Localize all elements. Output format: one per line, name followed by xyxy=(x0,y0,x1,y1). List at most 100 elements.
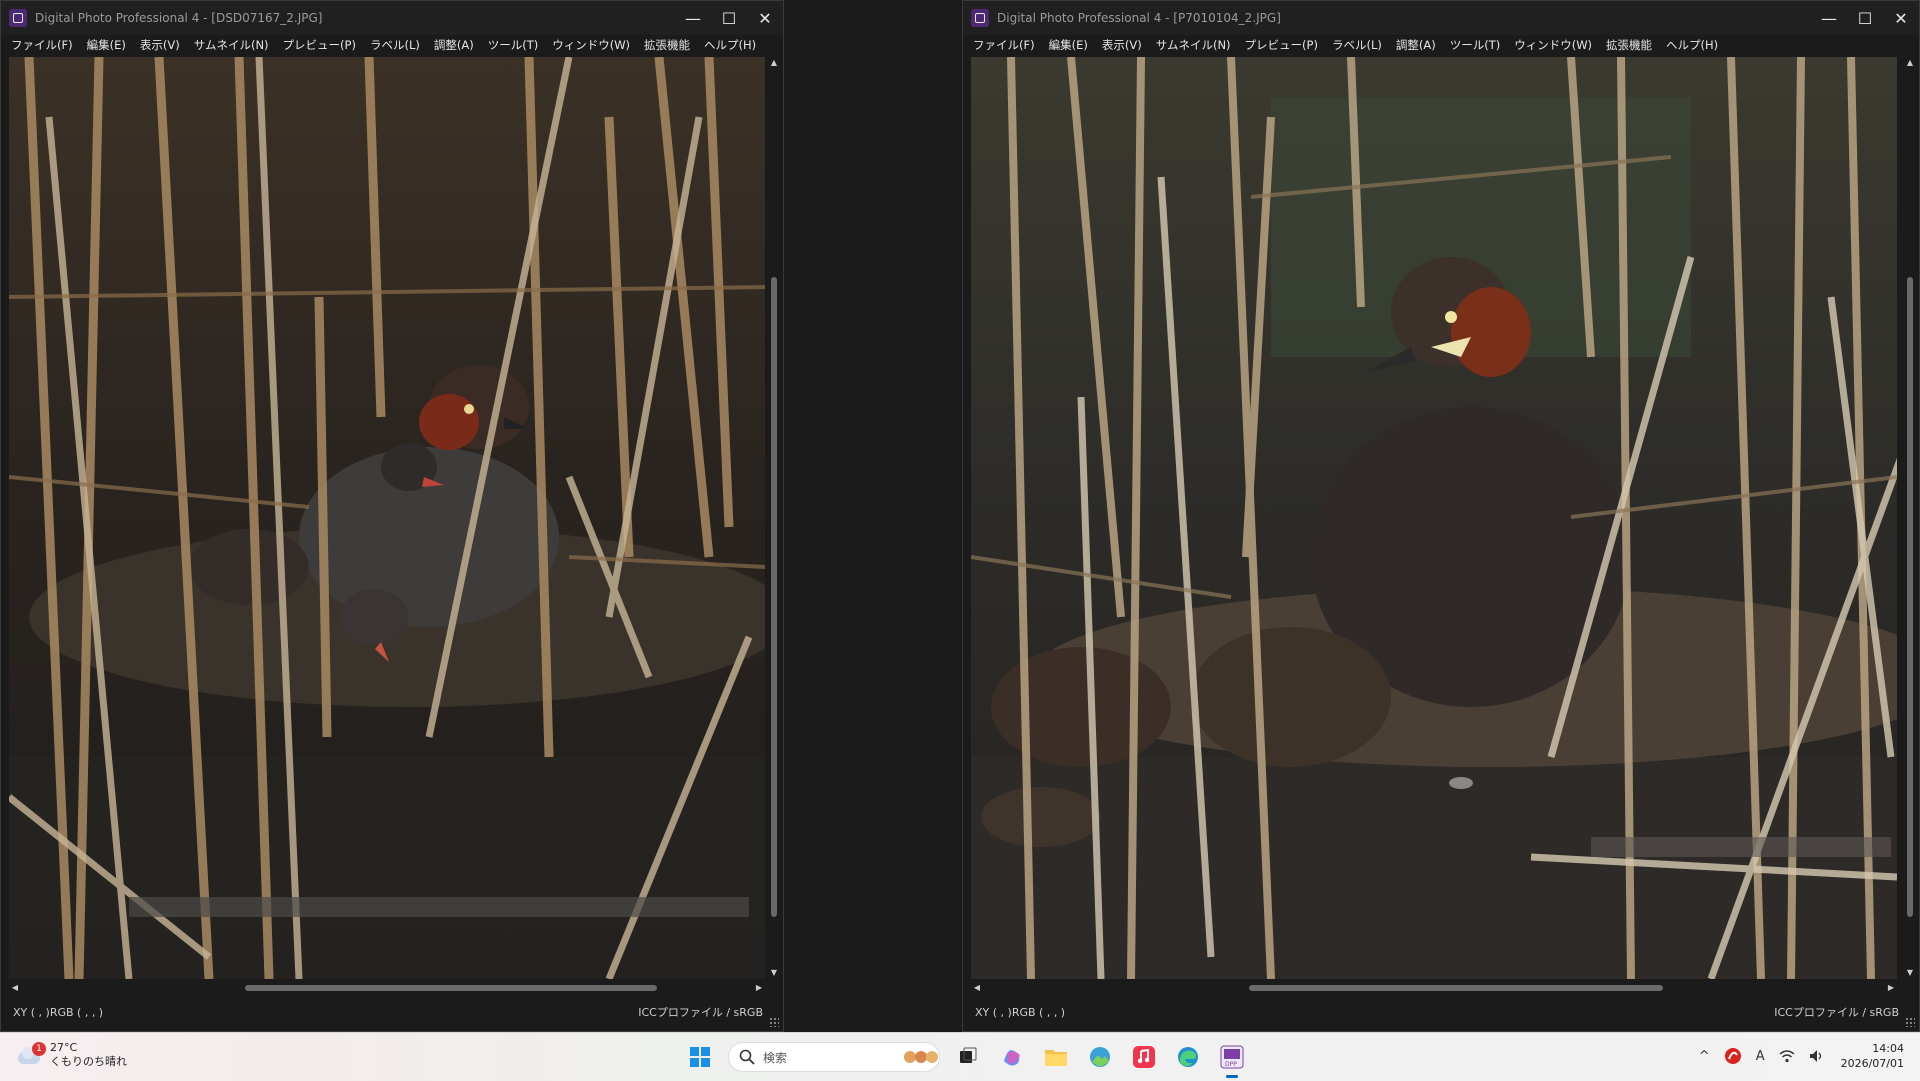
start-button[interactable] xyxy=(682,1039,718,1075)
scroll-left-arrow[interactable]: ◀ xyxy=(971,981,983,995)
scroll-down-arrow[interactable]: ▼ xyxy=(1903,967,1917,979)
scroll-right-arrow[interactable]: ▶ xyxy=(753,981,765,995)
menu-extensions[interactable]: 拡張機能 xyxy=(644,37,690,53)
security-app-icon[interactable] xyxy=(1724,1047,1742,1065)
taskbar-apps: 検索 DPP xyxy=(678,1039,1254,1078)
active-indicator xyxy=(1226,1075,1238,1078)
scroll-left-arrow[interactable]: ◀ xyxy=(9,981,21,995)
menu-help[interactable]: ヘルプ(H) xyxy=(1666,37,1718,53)
music-button[interactable] xyxy=(1126,1039,1162,1075)
tray-overflow-chevron[interactable]: ^ xyxy=(1699,1049,1710,1064)
edge-icon xyxy=(1178,1047,1198,1067)
dpp-taskbar-button[interactable]: DPP xyxy=(1214,1039,1250,1078)
ime-indicator[interactable]: A xyxy=(1756,1049,1765,1064)
file-explorer-icon xyxy=(1045,1050,1067,1066)
vertical-scroll-thumb[interactable] xyxy=(1907,277,1913,917)
cloud-icon: 1 xyxy=(16,1042,46,1064)
search-icon xyxy=(739,1049,755,1065)
window-title: Digital Photo Professional 4 - [DSD07167… xyxy=(35,11,323,25)
menu-extensions[interactable]: 拡張機能 xyxy=(1606,37,1652,53)
music-icon xyxy=(1133,1046,1155,1068)
search-placeholder: 検索 xyxy=(763,1050,788,1065)
resize-grip-icon[interactable] xyxy=(1905,1017,1915,1027)
scroll-up-arrow[interactable]: ▲ xyxy=(1903,57,1917,69)
menu-tools[interactable]: ツール(T) xyxy=(488,37,539,53)
dpp-app-icon xyxy=(971,9,989,27)
search-highlight-icon xyxy=(904,1051,938,1063)
photos-icon xyxy=(1090,1047,1110,1067)
wifi-icon[interactable] xyxy=(1779,1049,1795,1063)
dpp-window-left[interactable]: Digital Photo Professional 4 - [DSD07167… xyxy=(0,0,784,1032)
file-explorer-button[interactable] xyxy=(1038,1039,1074,1075)
notification-badge: 1 xyxy=(32,1042,46,1056)
vertical-scroll-thumb[interactable] xyxy=(771,277,777,917)
menu-edit[interactable]: 編集(E) xyxy=(1049,37,1088,53)
window-title: Digital Photo Professional 4 - [P7010104… xyxy=(997,11,1281,25)
title-bar[interactable]: Digital Photo Professional 4 - [DSD07167… xyxy=(1,1,783,35)
horizontal-scrollbar[interactable]: ◀ ▶ xyxy=(9,981,765,995)
vertical-scrollbar[interactable]: ▲ ▼ xyxy=(1903,57,1917,979)
menu-tools[interactable]: ツール(T) xyxy=(1450,37,1501,53)
icc-profile: ICCプロファイル / sRGB xyxy=(1774,1006,1899,1019)
taskbar: 1 27°C くもりのち晴れ 検索 DPP ^ A 14:04 2026/07/… xyxy=(0,1032,1920,1081)
scroll-up-arrow[interactable]: ▲ xyxy=(767,57,781,69)
menu-adjust[interactable]: 調整(A) xyxy=(434,37,474,53)
resize-grip-icon[interactable] xyxy=(769,1017,779,1027)
maximize-button[interactable]: ☐ xyxy=(1847,1,1883,35)
task-view-button[interactable] xyxy=(950,1039,986,1075)
clock-date: 2026/07/01 xyxy=(1840,1057,1904,1070)
menu-thumbnail[interactable]: サムネイル(N) xyxy=(194,37,269,53)
image-preview[interactable] xyxy=(971,57,1897,979)
horizontal-scroll-thumb[interactable] xyxy=(245,985,657,991)
weather-temperature: 27°C xyxy=(50,1041,78,1054)
icc-profile: ICCプロファイル / sRGB xyxy=(638,1006,763,1019)
minimize-button[interactable]: — xyxy=(675,1,711,35)
menu-window[interactable]: ウィンドウ(W) xyxy=(1514,37,1592,53)
maximize-button[interactable]: ☐ xyxy=(711,1,747,35)
menu-adjust[interactable]: 調整(A) xyxy=(1396,37,1436,53)
title-bar[interactable]: Digital Photo Professional 4 - [P7010104… xyxy=(963,1,1919,35)
photos-button[interactable] xyxy=(1082,1039,1118,1075)
pixel-readout: XY ( , )RGB ( , , ) xyxy=(13,1005,104,1019)
dpp-window-right[interactable]: Digital Photo Professional 4 - [P7010104… xyxy=(962,0,1920,1032)
menu-view[interactable]: 表示(V) xyxy=(140,37,180,53)
menu-help[interactable]: ヘルプ(H) xyxy=(704,37,756,53)
volume-icon[interactable] xyxy=(1809,1049,1825,1063)
scroll-down-arrow[interactable]: ▼ xyxy=(767,967,781,979)
grebe-photo-left xyxy=(9,57,765,979)
menu-window[interactable]: ウィンドウ(W) xyxy=(552,37,630,53)
menu-edit[interactable]: 編集(E) xyxy=(87,37,126,53)
menu-preview[interactable]: プレビュー(P) xyxy=(1245,37,1318,53)
menu-file[interactable]: ファイル(F) xyxy=(973,37,1035,53)
status-bar: XY ( , )RGB ( , , ) ICCプロファイル / sRGB xyxy=(1,997,783,1027)
menu-preview[interactable]: プレビュー(P) xyxy=(283,37,356,53)
grebe-photo-right xyxy=(971,57,1897,979)
svg-text:DPP: DPP xyxy=(1225,1061,1237,1068)
close-button[interactable]: ✕ xyxy=(1883,1,1919,35)
weather-condition: くもりのち晴れ xyxy=(50,1055,127,1068)
taskbar-search[interactable]: 検索 xyxy=(728,1042,940,1072)
status-bar: XY ( , )RGB ( , , ) ICCプロファイル / sRGB xyxy=(963,997,1919,1027)
edge-button[interactable] xyxy=(1170,1039,1206,1075)
horizontal-scroll-thumb[interactable] xyxy=(1249,985,1663,991)
start-icon xyxy=(690,1047,710,1067)
vertical-scrollbar[interactable]: ▲ ▼ xyxy=(767,57,781,979)
menu-file[interactable]: ファイル(F) xyxy=(11,37,73,53)
weather-widget[interactable]: 1 27°C くもりのち晴れ xyxy=(16,1041,127,1069)
scroll-right-arrow[interactable]: ▶ xyxy=(1885,981,1897,995)
clock-time: 14:04 xyxy=(1872,1042,1904,1055)
clock[interactable]: 14:04 2026/07/01 xyxy=(1841,1041,1904,1071)
menu-thumbnail[interactable]: サムネイル(N) xyxy=(1156,37,1231,53)
copilot-button[interactable] xyxy=(994,1039,1030,1075)
menu-label[interactable]: ラベル(L) xyxy=(370,37,420,53)
dpp-icon: DPP xyxy=(1220,1045,1244,1069)
menu-bar: ファイル(F) 編集(E) 表示(V) サムネイル(N) プレビュー(P) ラベ… xyxy=(963,35,1919,55)
menu-label[interactable]: ラベル(L) xyxy=(1332,37,1382,53)
menu-bar: ファイル(F) 編集(E) 表示(V) サムネイル(N) プレビュー(P) ラベ… xyxy=(1,35,783,55)
dpp-app-icon xyxy=(9,9,27,27)
image-preview[interactable] xyxy=(9,57,765,979)
minimize-button[interactable]: — xyxy=(1811,1,1847,35)
menu-view[interactable]: 表示(V) xyxy=(1102,37,1142,53)
horizontal-scrollbar[interactable]: ◀ ▶ xyxy=(971,981,1897,995)
close-button[interactable]: ✕ xyxy=(747,1,783,35)
